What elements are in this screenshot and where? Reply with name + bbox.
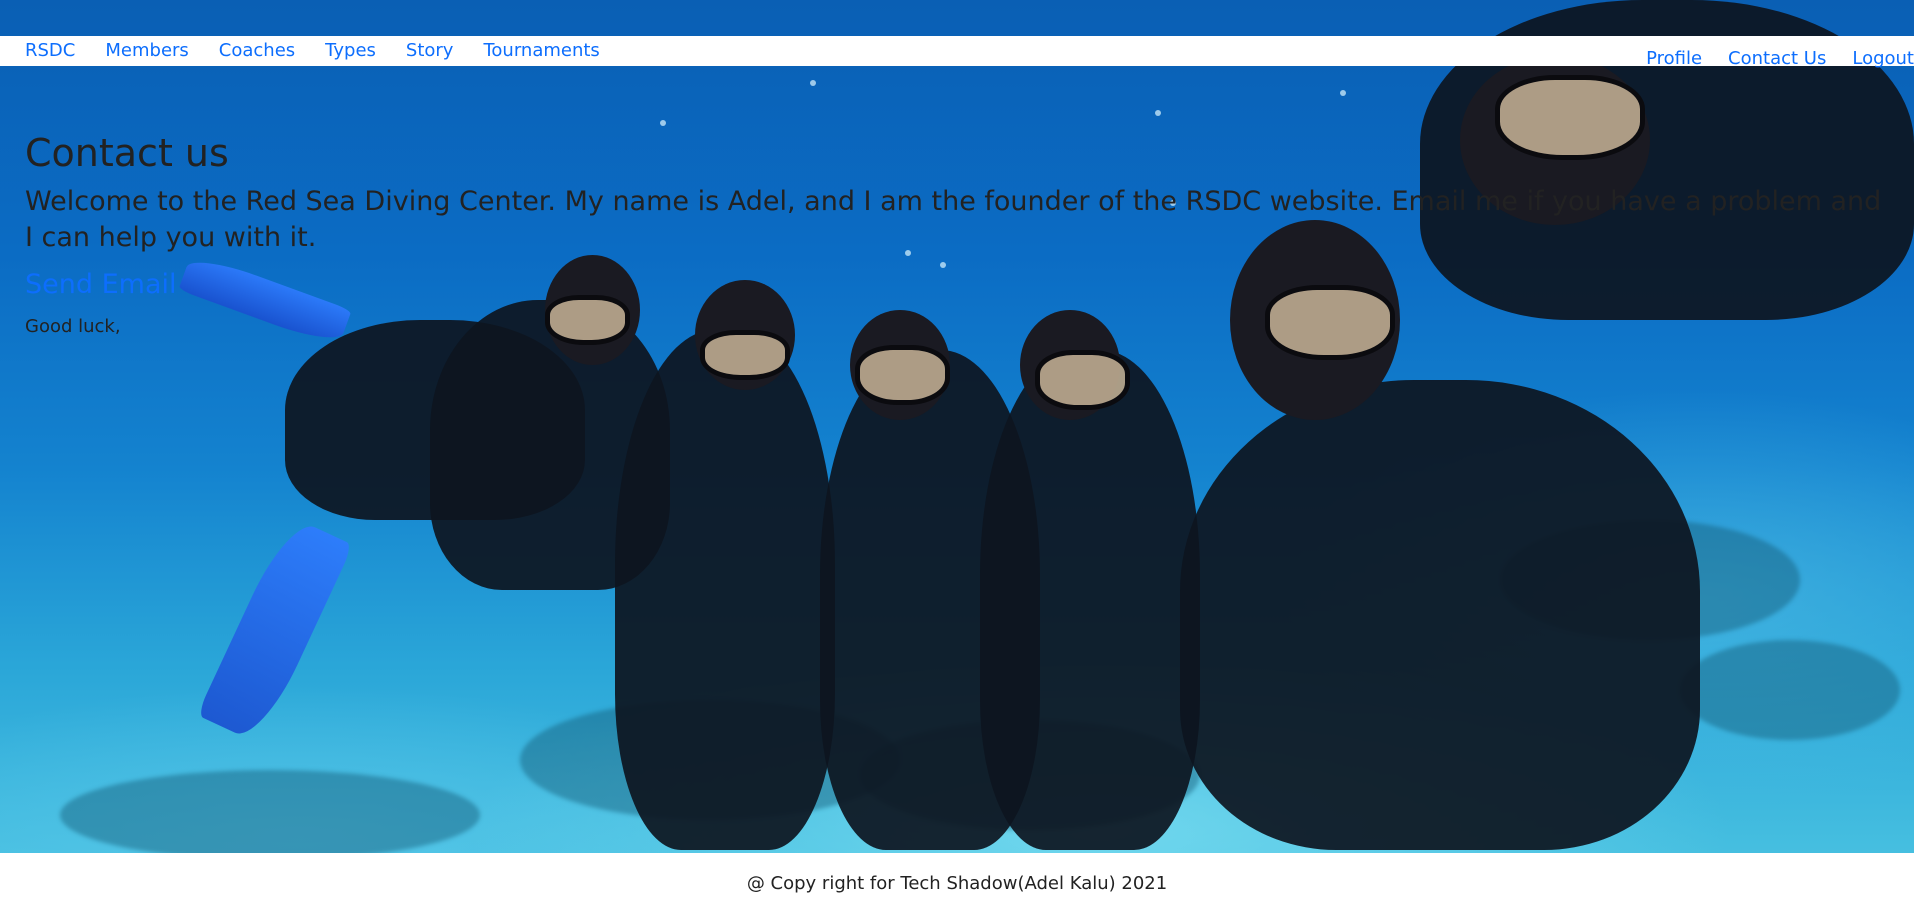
hero-background-image xyxy=(0,0,1914,853)
nav-tournaments[interactable]: Tournaments xyxy=(483,40,599,62)
nav-story[interactable]: Story xyxy=(406,40,454,62)
footer: @ Copy right for Tech Shadow(Adel Kalu) … xyxy=(0,853,1914,898)
nav-logout[interactable]: Logout xyxy=(1852,48,1914,70)
nav-types[interactable]: Types xyxy=(325,40,376,62)
intro-text: Welcome to the Red Sea Diving Center. My… xyxy=(25,186,1882,253)
nav-contact-us[interactable]: Contact Us xyxy=(1728,48,1826,70)
send-email-link[interactable]: Send Email xyxy=(25,268,177,302)
nav-coaches[interactable]: Coaches xyxy=(219,40,295,62)
copyright-text: @ Copy right for Tech Shadow(Adel Kalu) … xyxy=(746,873,1168,894)
page-title: Contact us xyxy=(25,131,229,175)
nav-profile[interactable]: Profile xyxy=(1646,48,1702,70)
closing-text: Good luck, xyxy=(25,316,121,337)
nav-rsdc[interactable]: RSDC xyxy=(25,40,75,62)
nav-right-group: Profile Contact Us Logout xyxy=(1620,48,1914,70)
contact-content: Contact us Welcome to the Red Sea Diving… xyxy=(25,130,1895,338)
nav-left-group: RSDC Members Coaches Types Story Tournam… xyxy=(25,40,630,62)
page: RSDC Members Coaches Types Story Tournam… xyxy=(0,0,1914,898)
nav-members[interactable]: Members xyxy=(105,40,188,62)
